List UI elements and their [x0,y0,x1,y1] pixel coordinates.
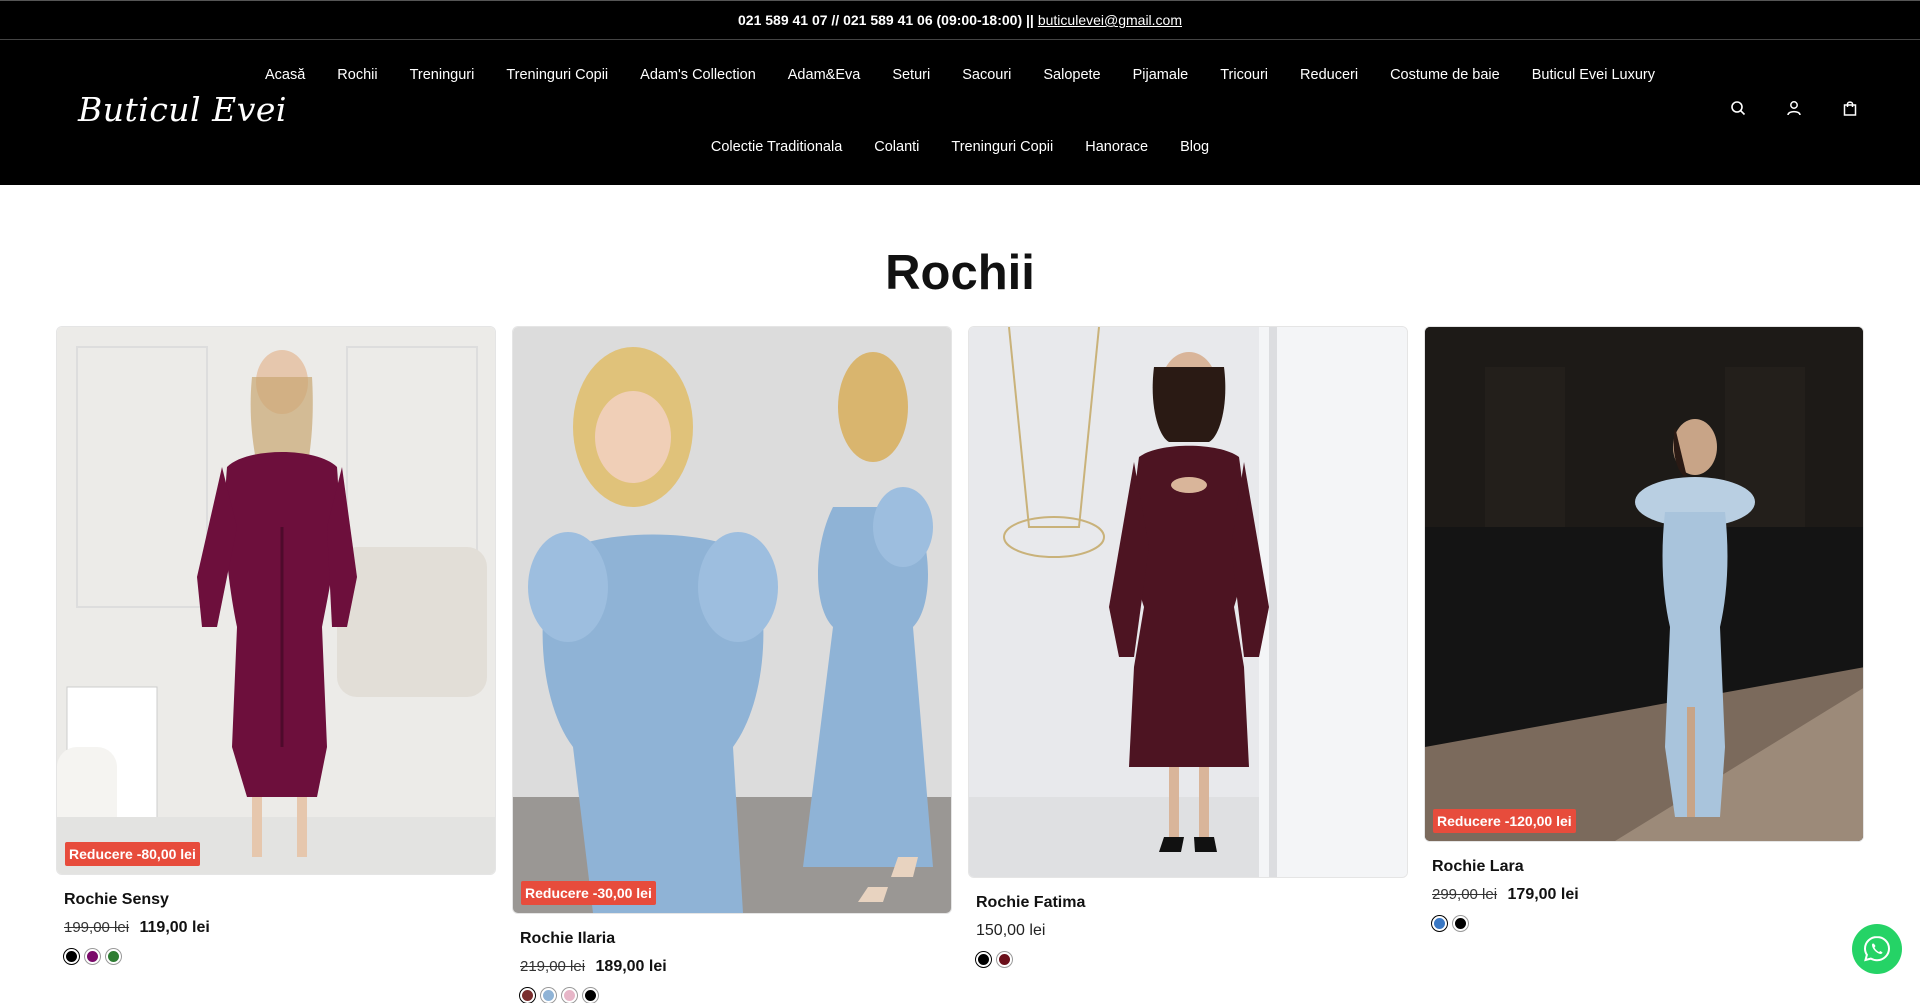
nav-item-treninguri[interactable]: Treninguri [410,67,475,83]
product-price: 199,00 lei 119,00 lei [64,919,496,937]
main-nav-row-1: Acasă Rochii Treninguri Treninguri Copii… [0,67,1920,83]
nav-item-buticul-evei-luxury[interactable]: Buticul Evei Luxury [1532,67,1655,83]
product-image[interactable]: Reducere -80,00 lei [56,326,496,875]
nav-item-adams-collection[interactable]: Adam's Collection [640,67,756,83]
regular-price: 150,00 lei [976,922,1046,939]
nav-item-adam-eva[interactable]: Adam&Eva [788,67,861,83]
color-swatch[interactable] [562,988,577,1003]
color-swatches [1432,916,1864,931]
product-name[interactable]: Rochie Lara [1432,858,1864,876]
product-price: 299,00 lei 179,00 lei [1432,886,1864,904]
site-header: Buticul Evei Acasă Rochii Treninguri Tre… [0,40,1920,185]
product-image[interactable]: Reducere -30,00 lei [512,326,952,914]
product-card[interactable]: Reducere -30,00 lei Rochie Ilaria 219,00… [512,326,952,1003]
nav-item-treninguri-copii-2[interactable]: Treninguri Copii [951,139,1053,155]
sale-price: 119,00 lei [139,919,210,936]
color-swatch[interactable] [106,949,121,964]
nav-item-hanorace[interactable]: Hanorace [1085,139,1148,155]
nav-item-salopete[interactable]: Salopete [1043,67,1100,83]
cart-icon[interactable] [1842,100,1860,118]
color-swatch[interactable] [1453,916,1468,931]
product-card[interactable]: Rochie Fatima 150,00 lei [968,326,1408,967]
product-price: 150,00 lei [976,922,1408,940]
contact-phones: 021 589 41 07 // 021 589 41 06 (09:00-18… [738,12,1034,28]
nav-item-pijamale[interactable]: Pijamale [1133,67,1189,83]
contact-email-link[interactable]: buticulevei@gmail.com [1038,12,1182,28]
main-nav-row-2: Colectie Traditionala Colanti Treninguri… [0,139,1920,155]
color-swatch[interactable] [976,952,991,967]
product-card[interactable]: Reducere -120,00 lei Rochie Lara 299,00 … [1424,326,1864,931]
product-price: 219,00 lei 189,00 lei [520,958,952,976]
old-price: 299,00 lei [1432,886,1498,903]
nav-item-rochii[interactable]: Rochii [337,67,377,83]
nav-item-seturi[interactable]: Seturi [892,67,930,83]
nav-item-treninguri-copii[interactable]: Treninguri Copii [506,67,608,83]
product-image[interactable]: Reducere -120,00 lei [1424,326,1864,842]
old-price: 199,00 lei [64,919,130,936]
contact-bar: 021 589 41 07 // 021 589 41 06 (09:00-18… [0,0,1920,40]
account-icon[interactable] [1786,100,1804,118]
nav-item-sacouri[interactable]: Sacouri [962,67,1011,83]
color-swatches [520,988,952,1003]
nav-item-reduceri[interactable]: Reduceri [1300,67,1358,83]
color-swatch[interactable] [583,988,598,1003]
nav-item-blog[interactable]: Blog [1180,139,1209,155]
header-icons [1730,100,1860,118]
product-name[interactable]: Rochie Ilaria [520,930,952,948]
color-swatch[interactable] [997,952,1012,967]
color-swatch[interactable] [1432,916,1447,931]
discount-badge: Reducere -80,00 lei [65,842,200,866]
color-swatch[interactable] [85,949,100,964]
color-swatches [976,952,1408,967]
discount-badge: Reducere -30,00 lei [521,881,656,905]
whatsapp-button[interactable] [1852,924,1902,974]
product-name[interactable]: Rochie Sensy [64,891,496,909]
page-title: Rochii [885,246,1035,300]
product-image[interactable] [968,326,1408,878]
nav-item-colectie-traditionala[interactable]: Colectie Traditionala [711,139,842,155]
discount-badge: Reducere -120,00 lei [1433,809,1576,833]
color-swatches [64,949,496,964]
sale-price: 189,00 lei [595,958,667,975]
search-icon[interactable] [1730,100,1748,118]
color-swatch[interactable] [64,949,79,964]
product-name[interactable]: Rochie Fatima [976,894,1408,912]
whatsapp-icon [1863,935,1891,962]
color-swatch[interactable] [541,988,556,1003]
sale-price: 179,00 lei [1507,886,1579,903]
nav-item-tricouri[interactable]: Tricouri [1220,67,1268,83]
old-price: 219,00 lei [520,958,586,975]
site-logo[interactable]: Buticul Evei [78,90,287,129]
color-swatch[interactable] [520,988,535,1003]
nav-item-acasa[interactable]: Acasă [265,67,305,83]
nav-item-costume-de-baie[interactable]: Costume de baie [1390,67,1500,83]
nav-item-colanti[interactable]: Colanti [874,139,919,155]
product-card[interactable]: Reducere -80,00 lei Rochie Sensy 199,00 … [56,326,496,964]
